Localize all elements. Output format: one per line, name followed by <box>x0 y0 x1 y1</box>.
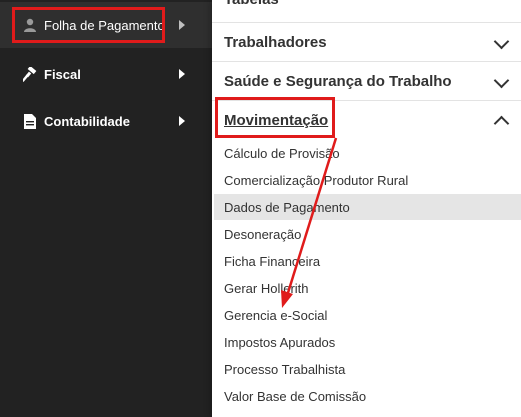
chevron-down-icon <box>493 33 510 50</box>
sidebar-item-contabilidade[interactable]: Contabilidade <box>0 98 212 144</box>
section-saude-seguranca[interactable]: Saúde e Segurança do Trabalho <box>212 62 521 101</box>
chevron-up-icon <box>493 115 510 132</box>
highlight-box <box>215 97 335 138</box>
section-heading-cut: Tabelas <box>224 0 279 8</box>
sidebar-item-label: Fiscal <box>44 66 81 82</box>
section-trabalhadores[interactable]: Trabalhadores <box>212 23 521 62</box>
gavel-icon <box>22 66 38 82</box>
section-label: Trabalhadores <box>224 33 327 51</box>
menu-item-comercializacao[interactable]: Comercialização Produtor Rural <box>214 167 521 193</box>
section-label: Saúde e Segurança do Trabalho <box>224 72 452 90</box>
sidebar-item-fiscal[interactable]: Fiscal <box>0 51 212 97</box>
menu-item-processo-trabalhista[interactable]: Processo Trabalhista <box>214 356 521 382</box>
menu-item-ficha-financeira[interactable]: Ficha Financeira <box>214 248 521 274</box>
menu-item-valor-base-comissao[interactable]: Valor Base de Comissão <box>214 383 521 409</box>
sidebar: Folha de Pagamento Fiscal Contabilidade <box>0 0 212 417</box>
menu-item-gerencia-esocial[interactable]: Gerencia e-Social <box>214 302 521 328</box>
chevron-right-icon <box>179 20 185 30</box>
menu-item-desoneracao[interactable]: Desoneração <box>214 221 521 247</box>
document-icon <box>22 113 38 129</box>
chevron-right-icon <box>179 69 185 79</box>
chevron-down-icon <box>493 72 510 89</box>
submenu-panel: Tabelas Trabalhadores Saúde e Segurança … <box>212 0 521 417</box>
highlight-box <box>12 7 165 43</box>
chevron-right-icon <box>179 116 185 126</box>
menu-item-dados-pagamento[interactable]: Dados de Pagamento <box>214 194 521 220</box>
sidebar-item-label: Contabilidade <box>44 113 130 129</box>
menu-item-gerar-hollerith[interactable]: Gerar Hollerith <box>214 275 521 301</box>
menu-item-calculo-provisao[interactable]: Cálculo de Provisão <box>214 140 521 166</box>
menu-item-impostos-apurados[interactable]: Impostos Apurados <box>214 329 521 355</box>
